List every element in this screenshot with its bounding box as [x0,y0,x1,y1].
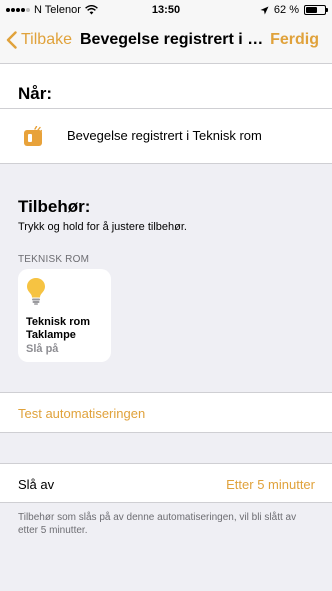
back-button[interactable]: Tilbake [6,31,72,49]
chevron-left-icon [6,31,17,49]
trigger-label: Bevegelse registrert i Teknisk rom [67,128,262,143]
test-automation-label: Test automatiseringen [18,406,146,421]
turn-off-value: Etter 5 minutter [226,477,315,492]
accessory-name-line2: Taklampe [26,329,76,341]
accessory-name-line1: Teknisk rom [26,316,90,328]
lightbulb-icon [27,278,45,305]
back-label: Tilbake [21,31,72,48]
motion-sensor-icon [24,126,42,146]
status-right: 62 % [260,4,328,16]
status-bar: N Telenor 13:50 62 % [0,0,332,20]
turn-off-label: Slå av [18,477,55,492]
battery-icon [304,5,328,15]
navigation-bar: Tilbake Bevegelse registrert i Te... Fer… [0,20,332,64]
accessory-tile[interactable]: Teknisk rom Taklampe Slå på [18,269,111,362]
when-header: Når: [18,84,53,103]
turn-off-row[interactable]: Slå av Etter 5 minutter [0,463,332,503]
trigger-row[interactable]: Bevegelse registrert i Teknisk rom [0,108,332,163]
room-header: TEKNISK ROM [18,254,90,265]
test-automation-button[interactable]: Test automatiseringen [0,392,332,433]
page-title: Bevegelse registrert i Te... [80,31,270,48]
location-arrow-icon [260,6,269,14]
turn-off-note: Tilbehør som slås på av denne automatise… [18,512,297,536]
done-button[interactable]: Ferdig [270,31,319,49]
accessories-header: Tilbehør: [18,197,91,216]
accessory-name: Teknisk rom Taklampe [26,316,90,342]
accessory-state: Slå på [26,343,59,355]
battery-percent: 62 % [273,4,299,16]
accessories-hint: Trykk og hold for å justere tilbehør. [18,221,187,233]
